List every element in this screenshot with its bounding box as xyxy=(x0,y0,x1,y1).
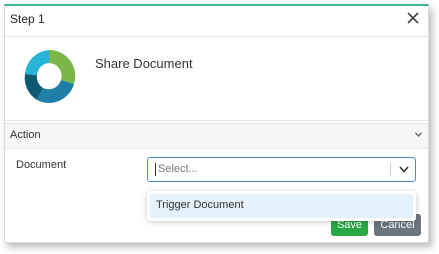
action-section-header[interactable]: Action xyxy=(5,123,428,149)
action-label: Action xyxy=(10,129,41,141)
document-label: Document xyxy=(16,159,67,171)
step-dialog: Step 1 Share Document Action Document Se… xyxy=(4,4,429,243)
document-select[interactable]: Select... xyxy=(147,157,416,182)
chevron-down-icon[interactable] xyxy=(415,132,422,137)
document-dropdown-menu: Trigger Document xyxy=(147,191,416,221)
dialog-title: Step 1 xyxy=(10,12,45,26)
close-icon[interactable] xyxy=(406,11,420,25)
chevron-down-icon[interactable] xyxy=(399,166,409,173)
step-info-panel: Share Document xyxy=(5,37,428,121)
dropdown-option[interactable]: Trigger Document xyxy=(150,194,413,218)
text-cursor xyxy=(155,163,156,176)
circular-arrows-logo-icon xyxy=(24,49,76,103)
document-select-placeholder: Select... xyxy=(158,163,198,175)
select-separator xyxy=(390,163,391,176)
dialog-header: Step 1 xyxy=(5,6,428,37)
step-name: Share Document xyxy=(95,56,193,71)
dropdown-option-label: Trigger Document xyxy=(156,199,244,211)
